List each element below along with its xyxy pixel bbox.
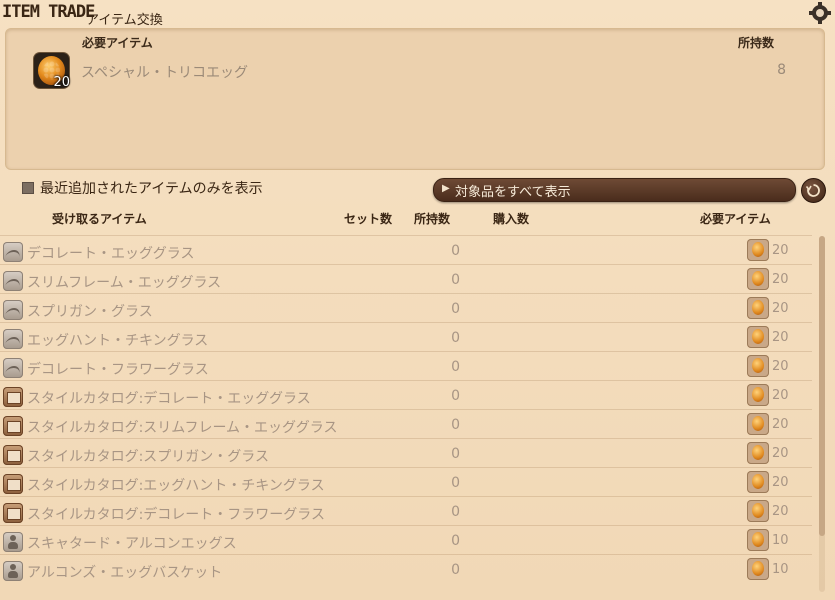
table-row[interactable]: スタイルカタログ:スプリガン・グラス 0 20 [0, 438, 812, 468]
table-row[interactable]: スプリガン・グラス 0 20 [0, 293, 812, 323]
col-header-owned: 所持数 [414, 212, 451, 226]
item-owned: 0 [451, 359, 460, 375]
item-owned: 0 [451, 272, 460, 288]
table-row[interactable]: スタイルカタログ:デコレート・フラワーグラス 0 20 [0, 496, 812, 526]
item-name: スタイルカタログ:スプリガン・グラス [27, 449, 270, 465]
table-row[interactable]: デコレート・エッググラス 0 20 [0, 235, 812, 265]
item-name: スタイルカタログ:デコレート・エッググラス [27, 391, 311, 407]
catalog-icon [3, 503, 23, 523]
list-scrollbar[interactable] [819, 236, 825, 592]
glasses-icon [3, 271, 23, 291]
item-required-qty: 20 [772, 504, 789, 519]
item-owned: 0 [451, 446, 460, 462]
item-owned: 0 [451, 533, 460, 549]
catalog-icon [3, 445, 23, 465]
item-name: デコレート・エッググラス [27, 246, 195, 262]
egg-icon [747, 558, 769, 580]
item-owned: 0 [451, 301, 460, 317]
play-triangle-icon: ▶ [442, 183, 450, 194]
required-item-panel: 必要アイテム 所持数 20 スペシャル・トリコエッグ 8 [5, 28, 825, 170]
recent-only-checkbox[interactable] [22, 182, 34, 194]
scrollbar-thumb[interactable] [819, 236, 825, 536]
required-item-name: スペシャル・トリコエッグ [81, 65, 249, 81]
refresh-button[interactable] [801, 178, 826, 203]
item-required-qty: 20 [772, 330, 789, 345]
trade-item-list: デコレート・エッググラス 0 20 スリムフレーム・エッググラス 0 20 スプ… [0, 230, 815, 600]
refresh-icon [805, 184, 820, 197]
item-name: スキャタード・アルコンエッグス [27, 536, 237, 552]
show-all-button[interactable]: ▶ 対象品をすべて表示 [433, 178, 796, 202]
item-required-qty: 10 [772, 533, 789, 548]
item-name: スタイルカタログ:デコレート・フラワーグラス [27, 507, 326, 523]
item-owned: 0 [451, 475, 460, 491]
table-row[interactable]: スタイルカタログ:エッグハント・チキングラス 0 20 [0, 467, 812, 497]
col-header-receive: 受け取るアイテム [52, 212, 147, 226]
egg-icon [747, 413, 769, 435]
egg-icon [747, 297, 769, 319]
glasses-icon [3, 329, 23, 349]
item-name: スリムフレーム・エッググラス [27, 275, 222, 291]
window-title: ITEM TRADE [2, 2, 95, 22]
item-owned: 0 [451, 562, 460, 578]
settings-icon[interactable] [809, 2, 831, 24]
required-item-owned: 8 [777, 62, 786, 78]
item-required-qty: 20 [772, 446, 789, 461]
item-required-qty: 20 [772, 359, 789, 374]
recent-only-label[interactable]: 最近追加されたアイテムのみを表示 [40, 178, 263, 198]
item-required-qty: 20 [772, 388, 789, 403]
egg-icon [747, 355, 769, 377]
table-row[interactable]: スタイルカタログ:スリムフレーム・エッググラス 0 20 [0, 409, 812, 439]
item-required-qty: 10 [772, 562, 789, 577]
egg-icon [747, 471, 769, 493]
owned-count-heading: 所持数 [737, 36, 774, 50]
item-owned: 0 [451, 417, 460, 433]
col-header-purchase: 購入数 [493, 212, 530, 226]
col-header-required: 必要アイテム [700, 212, 771, 226]
item-name: エッグハント・チキングラス [27, 333, 209, 349]
item-owned: 0 [451, 388, 460, 404]
table-row[interactable]: スタイルカタログ:デコレート・エッググラス 0 20 [0, 380, 812, 410]
window-subtitle: アイテム交換 [86, 13, 163, 28]
egg-icon [747, 442, 769, 464]
glasses-icon [3, 242, 23, 262]
item-required-qty: 20 [772, 272, 789, 287]
item-name: スタイルカタログ:エッグハント・チキングラス [27, 478, 325, 494]
catalog-icon [3, 416, 23, 436]
egg-icon [747, 326, 769, 348]
col-header-sets: セット数 [344, 212, 393, 226]
table-row[interactable]: スリムフレーム・エッググラス 0 20 [0, 264, 812, 294]
window-header: ITEM TRADE アイテム交換 [0, 0, 835, 28]
egg-icon [747, 500, 769, 522]
table-row[interactable]: アルコンズ・エッグバスケット 0 10 [0, 554, 812, 584]
table-row[interactable]: デコレート・フラワーグラス 0 20 [0, 351, 812, 381]
egg-icon [747, 384, 769, 406]
catalog-icon [3, 474, 23, 494]
item-required-qty: 20 [772, 243, 789, 258]
item-name: アルコンズ・エッグバスケット [27, 565, 223, 581]
catalog-icon [3, 387, 23, 407]
item-name: スタイルカタログ:スリムフレーム・エッググラス [27, 420, 338, 436]
item-owned: 0 [451, 243, 460, 259]
table-row[interactable]: エッグハント・チキングラス 0 20 [0, 322, 812, 352]
item-required-qty: 20 [772, 475, 789, 490]
item-name: スプリガン・グラス [27, 304, 153, 320]
figure-icon [3, 532, 23, 552]
item-required-qty: 20 [772, 417, 789, 432]
glasses-icon [3, 300, 23, 320]
show-all-label: 対象品をすべて表示 [455, 185, 571, 200]
required-item-heading: 必要アイテム [82, 36, 153, 50]
required-quantity: 20 [53, 75, 70, 90]
item-owned: 0 [451, 330, 460, 346]
table-row[interactable]: スキャタード・アルコンエッグス 0 10 [0, 525, 812, 555]
glasses-icon [3, 358, 23, 378]
item-owned: 0 [451, 504, 460, 520]
figure-icon [3, 561, 23, 581]
egg-icon [747, 239, 769, 261]
special-egg-icon[interactable]: 20 [34, 53, 70, 90]
egg-icon [747, 529, 769, 551]
egg-icon [747, 268, 769, 290]
item-required-qty: 20 [772, 301, 789, 316]
item-name: デコレート・フラワーグラス [27, 362, 209, 378]
item-trade-window: ITEM TRADE アイテム交換 必要アイテム 所持数 20 スペシャル・トリ… [0, 0, 835, 600]
